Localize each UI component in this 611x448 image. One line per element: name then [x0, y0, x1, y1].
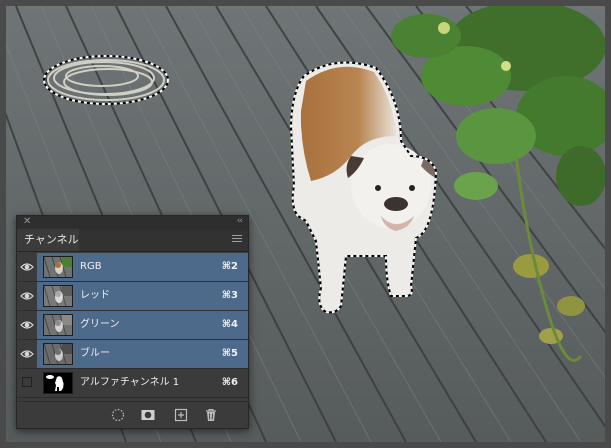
channel-row-alpha-1[interactable]: アルファチャンネル 1 ⌘6 — [17, 369, 248, 398]
channel-row-blue[interactable]: ブルー ⌘5 — [17, 340, 248, 369]
channel-row-rgb[interactable]: RGB ⌘2 — [17, 253, 248, 282]
visibility-toggle[interactable] — [17, 253, 37, 281]
channel-thumbnail — [43, 314, 73, 336]
visibility-toggle[interactable] — [17, 311, 37, 339]
visibility-toggle[interactable] — [17, 340, 37, 368]
channel-name: RGB — [80, 261, 102, 272]
trash-icon[interactable] — [203, 407, 219, 423]
channel-name: ブルー — [80, 348, 110, 359]
eye-icon — [20, 350, 34, 358]
channel-shortcut: ⌘5 — [221, 348, 238, 359]
visibility-off-box — [22, 377, 32, 387]
channel-shortcut: ⌘2 — [221, 261, 238, 272]
panel-tab-bar: チャンネル — [17, 229, 248, 252]
channel-thumbnail — [43, 285, 73, 307]
collapse-icon[interactable]: ‹‹ — [237, 215, 243, 228]
eye-icon — [20, 263, 34, 271]
channel-name: グリーン — [80, 319, 120, 330]
channel-thumbnail — [43, 372, 73, 394]
eye-icon — [20, 292, 34, 300]
panel-menu-icon[interactable] — [232, 235, 242, 244]
new-channel-icon[interactable] — [173, 407, 189, 423]
channel-thumbnail — [43, 256, 73, 278]
panel-footer — [17, 401, 248, 428]
channels-panel: ✕ ‹‹ チャンネル RGB ⌘2 レッド ⌘3 グリーン ⌘4 ブルー ⌘5 … — [16, 215, 249, 429]
channel-thumbnail — [43, 343, 73, 365]
panel-title-bar[interactable]: ✕ ‹‹ — [17, 216, 248, 229]
channel-name: アルファチャンネル 1 — [80, 377, 180, 388]
channel-name: レッド — [80, 290, 110, 301]
channel-list: RGB ⌘2 レッド ⌘3 グリーン ⌘4 ブルー ⌘5 アルファチャンネル 1… — [17, 253, 248, 398]
visibility-toggle[interactable] — [17, 282, 37, 310]
channel-shortcut: ⌘6 — [221, 377, 238, 388]
channel-shortcut: ⌘4 — [221, 319, 238, 330]
save-selection-icon[interactable] — [140, 407, 156, 423]
visibility-toggle[interactable] — [17, 369, 37, 397]
channel-shortcut: ⌘3 — [221, 290, 238, 301]
eye-icon — [20, 321, 34, 329]
channel-row-green[interactable]: グリーン ⌘4 — [17, 311, 248, 340]
close-icon[interactable]: ✕ — [23, 215, 31, 228]
tab-channels[interactable]: チャンネル — [17, 229, 79, 251]
load-selection-icon[interactable] — [110, 407, 126, 423]
channel-row-red[interactable]: レッド ⌘3 — [17, 282, 248, 311]
